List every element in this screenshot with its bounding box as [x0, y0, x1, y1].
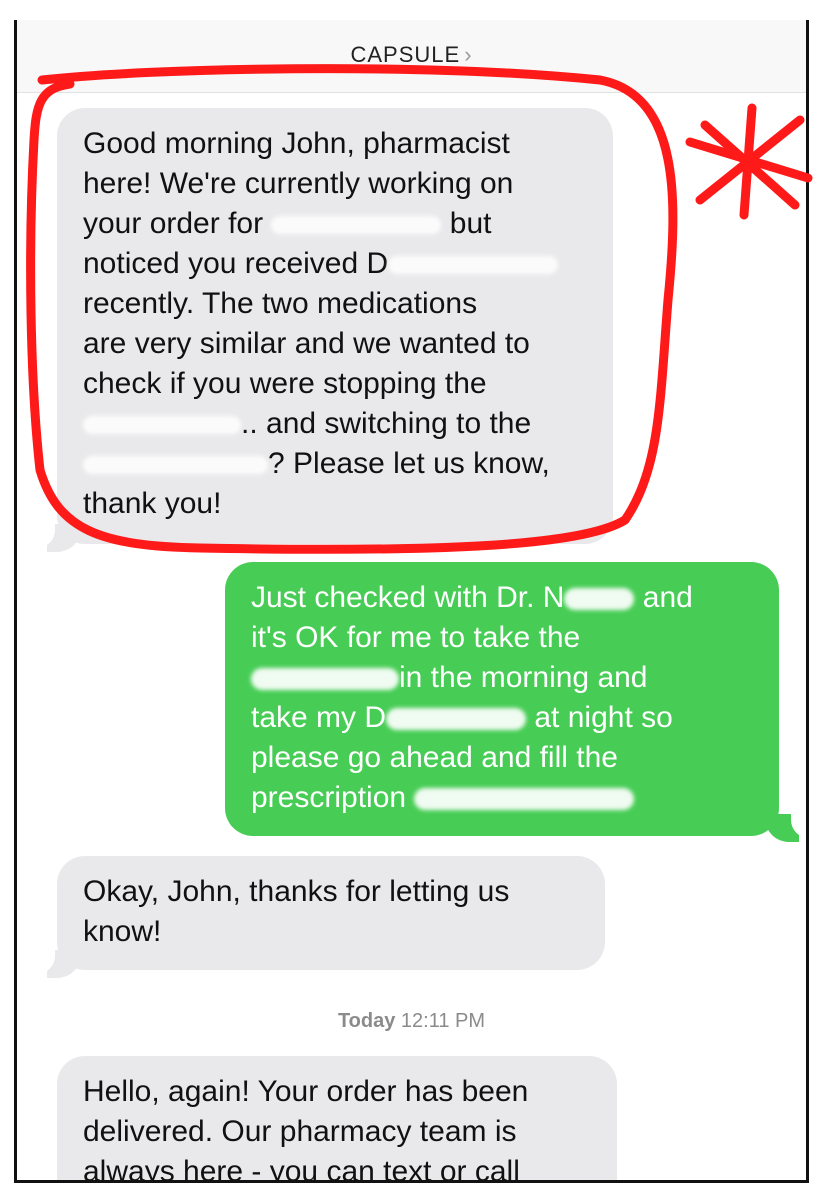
- message-line: Okay, John, thanks for letting us: [83, 875, 510, 908]
- message-line: .. and switching to the: [83, 404, 593, 444]
- redacted-text: [251, 668, 399, 691]
- redacted-text: [388, 256, 559, 275]
- redacted-text: [83, 456, 268, 475]
- redacted-text: [564, 588, 635, 611]
- message-line: take my D at night so: [251, 701, 673, 734]
- message-line: Good morning John, pharmacist: [83, 127, 510, 160]
- message-line: in the morning and: [251, 658, 759, 698]
- contact-name: CAPSULE: [350, 42, 461, 67]
- contact-name-button[interactable]: CAPSULE ›: [17, 42, 806, 68]
- message-line: noticed you received D: [83, 244, 593, 284]
- chevron-right-icon: ›: [464, 42, 473, 67]
- redacted-text: [386, 708, 527, 731]
- message-line: know!: [83, 915, 162, 948]
- incoming-message-bubble[interactable]: Okay, John, thanks for letting us know!: [57, 856, 605, 970]
- incoming-message-bubble[interactable]: Good morning John, pharmacist here! We'r…: [57, 108, 613, 544]
- message-timestamp: Today 12:11 PM: [17, 1010, 806, 1033]
- message-line: your order for but: [83, 207, 492, 240]
- message-line: check if you were stopping the: [83, 367, 487, 400]
- redacted-text: [271, 216, 442, 235]
- timestamp-day: Today: [337, 1010, 396, 1032]
- message-line: it's OK for me to take the: [251, 621, 581, 654]
- message-line: prescription: [251, 778, 759, 818]
- redacted-text: [414, 788, 635, 811]
- message-line: ? Please let us know,: [83, 444, 593, 484]
- redacted-text: [83, 416, 241, 435]
- message-line: delivered. Our pharmacy team is: [83, 1115, 517, 1148]
- message-line: recently. The two medications: [83, 287, 478, 320]
- conversation-header: CAPSULE ›: [17, 20, 806, 93]
- message-line: always here - you can text or call: [83, 1155, 520, 1183]
- message-line: here! We're currently working on: [83, 167, 514, 200]
- incoming-message-bubble[interactable]: Hello, again! Your order has been delive…: [57, 1056, 617, 1183]
- outgoing-message-bubble[interactable]: Just checked with Dr. N and it's OK for …: [225, 562, 779, 836]
- timestamp-time: 12:11 PM: [400, 1010, 486, 1032]
- message-line: thank you!: [83, 487, 222, 520]
- conversation-screen: CAPSULE › Good morning John, pharmacist h…: [14, 20, 809, 1183]
- message-line: please go ahead and fill the: [251, 741, 618, 774]
- message-line: Hello, again! Your order has been: [83, 1075, 529, 1108]
- message-line: are very similar and we wanted to: [83, 327, 530, 360]
- message-line: Just checked with Dr. N and: [251, 581, 693, 614]
